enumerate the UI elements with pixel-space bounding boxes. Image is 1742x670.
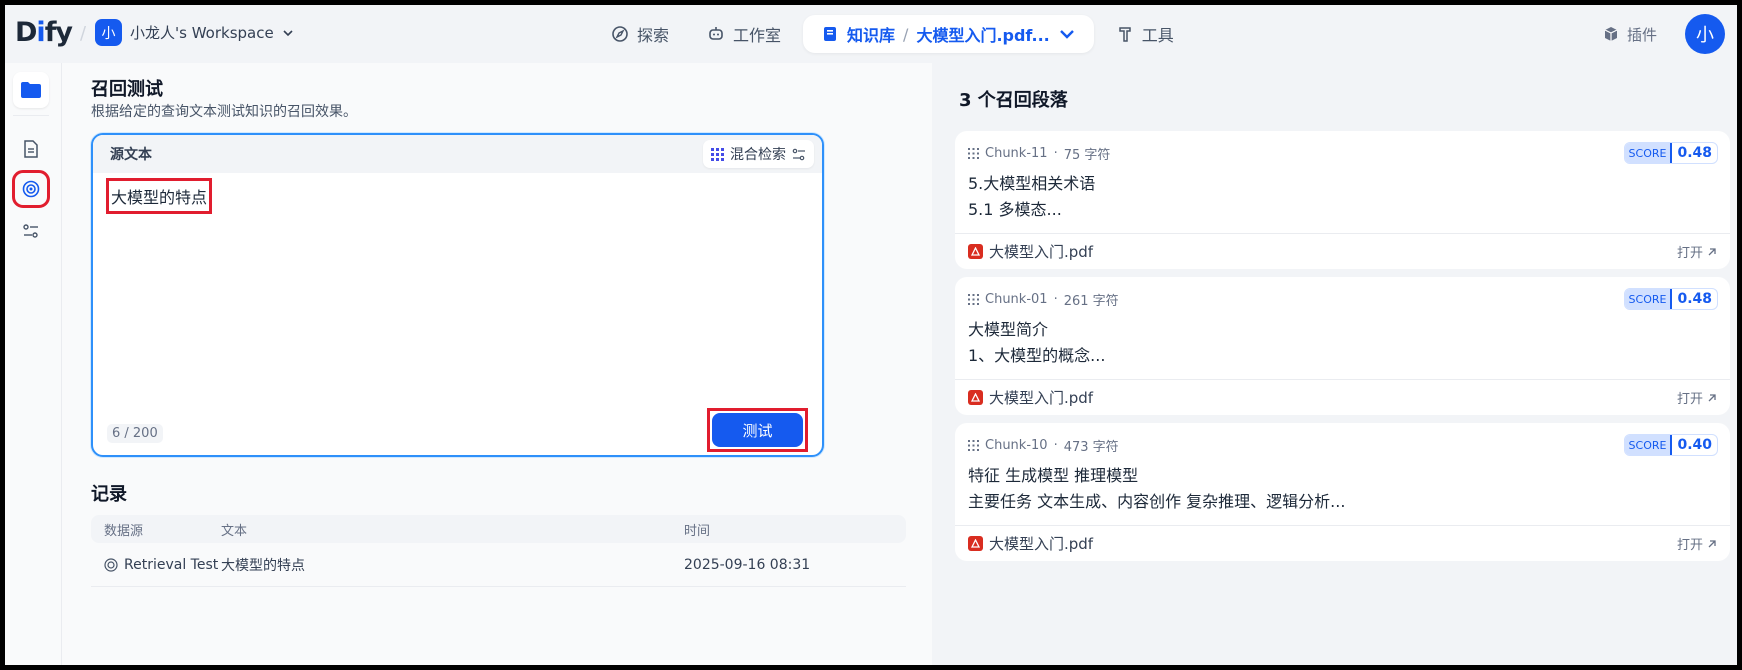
drag-grid-icon (968, 440, 979, 451)
records-header: 数据源 文本 时间 (91, 515, 906, 543)
pdf-icon (968, 390, 983, 405)
chunk-footer: 大模型入门.pdf 打开 (955, 233, 1730, 269)
chunk-line: 大模型简介 (968, 320, 1049, 339)
score-badge: SCORE 0.48 (1623, 142, 1718, 164)
retrieval-mode-button[interactable]: 混合检索 (703, 140, 814, 168)
test-button-highlight: 测试 (707, 408, 808, 452)
record-time: 2025-09-16 08:31 (684, 556, 811, 573)
dify-logo[interactable]: Dify (15, 17, 73, 48)
chunk-line: 5.1 多模态... (968, 200, 1062, 219)
grid-icon (711, 147, 724, 161)
chunk-line: 1、大模型的概念... (968, 346, 1106, 365)
book-icon (824, 27, 837, 41)
workspace-switcher[interactable]: 小 小龙人's Workspace (95, 19, 294, 46)
compass-icon (612, 26, 628, 42)
settings-sliders-icon[interactable] (13, 213, 49, 249)
open-link[interactable]: 打开 (1677, 534, 1717, 553)
records-title: 记录 (91, 484, 127, 505)
chevron-down-icon (1059, 30, 1074, 39)
breadcrumb-separator: / (903, 24, 909, 44)
pdf-icon (968, 536, 983, 551)
chunk-footer: 大模型入门.pdf 打开 (955, 379, 1730, 415)
page-subtitle: 根据给定的查询文本测试知识的召回效果。 (91, 104, 357, 120)
chunk-id: Chunk-01 (985, 292, 1048, 307)
divider (13, 115, 49, 116)
drag-grid-icon (968, 294, 979, 305)
column-header: 时间 (684, 523, 711, 539)
file-name: 大模型入门.pdf (989, 389, 1094, 407)
pdf-icon (968, 244, 983, 259)
query-box-header: 源文本 混合检索 (93, 135, 822, 173)
nav-tools[interactable]: 工具 (1100, 15, 1190, 53)
page-title: 召回测试 (91, 79, 163, 100)
chevron-down-icon (283, 29, 293, 36)
retrieval-test-icon (104, 557, 118, 572)
hammer-icon (1119, 27, 1131, 42)
record-source: Retrieval Test (124, 556, 219, 573)
robot-icon (709, 27, 723, 40)
settings-sliders-icon (792, 148, 805, 160)
file-name: 大模型入门.pdf (989, 243, 1094, 261)
chunk-line: 特征 生成模型 推理模型 (968, 466, 1139, 485)
current-dataset[interactable]: 大模型入门.pdf... (916, 22, 1049, 46)
nav-knowledge[interactable]: 知识库 / 大模型入门.pdf... (803, 15, 1094, 53)
top-navigation: Dify / 小 小龙人's Workspace 探索 工作室 知识库 / 大模… (5, 5, 1737, 63)
test-button[interactable]: 测试 (712, 413, 803, 447)
source-text-label: 源文本 (110, 147, 152, 163)
open-link[interactable]: 打开 (1677, 242, 1717, 261)
chunk-chars: 473 字符 (1063, 440, 1119, 455)
table-row[interactable]: Retrieval Test 大模型的特点 2025-09-16 08:31 (91, 543, 906, 587)
drag-grid-icon (968, 148, 979, 159)
query-input[interactable]: 大模型的特点 (106, 178, 213, 214)
chunk-id: Chunk-10 (985, 438, 1048, 453)
nav-studio[interactable]: 工作室 (691, 15, 797, 53)
arrow-up-right-icon (1708, 247, 1716, 255)
record-text: 大模型的特点 (221, 557, 305, 574)
column-header: 数据源 (104, 523, 144, 539)
workspace-avatar: 小 (95, 19, 122, 46)
chunk-chars: 75 字符 (1063, 148, 1111, 163)
plugins-button[interactable]: 插件 (1603, 24, 1657, 45)
divider: / (80, 23, 87, 44)
records-table: 数据源 文本 时间 Retrieval Test 大模型的特点 2025-09-… (91, 515, 906, 587)
dataset-sidebar (5, 63, 62, 665)
chunk-line: 5.大模型相关术语 (968, 174, 1096, 193)
dataset-folder-icon[interactable] (13, 72, 49, 108)
nav-explore[interactable]: 探索 (595, 15, 685, 53)
chunk-line: 主要任务 文本生成、内容创作 复杂推理、逻辑分析... (968, 492, 1346, 511)
column-header: 文本 (221, 523, 248, 539)
documents-icon[interactable] (13, 131, 49, 167)
user-avatar[interactable]: 小 (1685, 14, 1725, 54)
app-window: Dify / 小 小龙人's Workspace 探索 工作室 知识库 / 大模… (5, 5, 1737, 665)
arrow-up-right-icon (1708, 393, 1716, 401)
chunk-id: Chunk-11 (985, 146, 1048, 161)
chunk-chars: 261 字符 (1063, 294, 1119, 309)
retrieval-test-main: 召回测试 根据给定的查询文本测试知识的召回效果。 源文本 混合检索 大模型的特点… (62, 63, 932, 665)
results-title: 3 个召回段落 (959, 90, 1068, 111)
chunk-footer: 大模型入门.pdf 打开 (955, 525, 1730, 561)
cube-icon (1604, 27, 1618, 41)
arrow-up-right-icon (1708, 539, 1716, 547)
workspace-name: 小龙人's Workspace (130, 24, 274, 42)
main-nav: 探索 工作室 知识库 / 大模型入门.pdf... 工具 (595, 15, 1190, 53)
score-badge: SCORE 0.48 (1623, 288, 1718, 310)
file-name: 大模型入门.pdf (989, 535, 1094, 553)
chunk-card[interactable]: Chunk-01 · 261 字符 SCORE 0.48 大模型简介 1、大模型… (955, 277, 1730, 415)
score-badge: SCORE 0.40 (1623, 434, 1718, 456)
query-box: 源文本 混合检索 大模型的特点 6 / 200 测试 (91, 133, 824, 457)
chunk-card[interactable]: Chunk-11 · 75 字符 SCORE 0.48 5.大模型相关术语 5.… (955, 131, 1730, 269)
results-panel: 3 个召回段落 Chunk-11 · 75 字符 SCORE 0.48 5.大模… (934, 68, 1737, 665)
right-nav: 插件 小 (1603, 14, 1725, 54)
char-counter: 6 / 200 (107, 424, 163, 443)
open-link[interactable]: 打开 (1677, 388, 1717, 407)
retrieval-test-icon[interactable] (12, 170, 50, 208)
chunk-card[interactable]: Chunk-10 · 473 字符 SCORE 0.40 特征 生成模型 推理模… (955, 423, 1730, 561)
